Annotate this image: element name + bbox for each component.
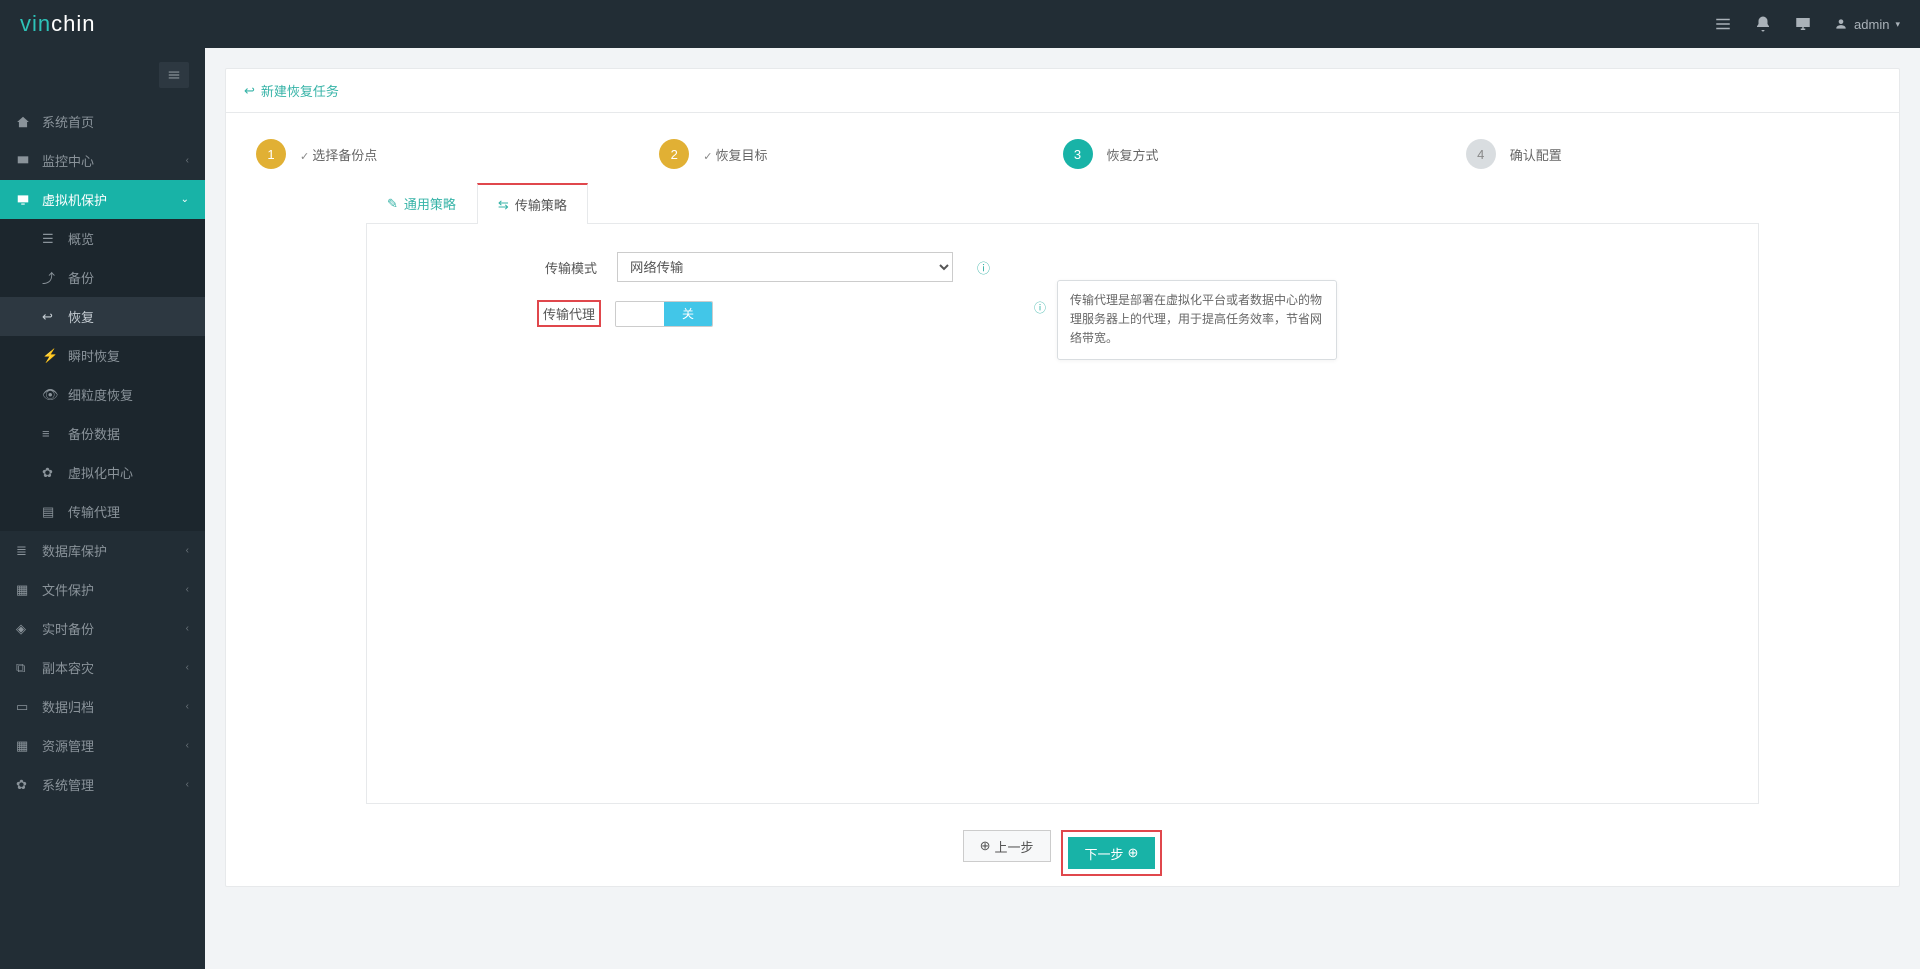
- form-area: 传输模式 网络传输 ⓘ 传输代理 关 ⓘ 传输代理是部署在虚拟化平台或者数据中心…: [366, 224, 1759, 804]
- home-icon: [16, 115, 32, 129]
- wizard-step-3[interactable]: 3 恢复方式: [1063, 139, 1466, 169]
- nav-replica[interactable]: ⧉副本容灾‹: [0, 648, 205, 687]
- prev-button[interactable]: ⊕ 上一步: [963, 830, 1051, 862]
- nav-system[interactable]: ✿系统管理‹: [0, 765, 205, 804]
- monitor-nav-icon: [16, 154, 32, 168]
- share-icon: ⤴: [42, 268, 58, 287]
- reply-icon: ↩: [244, 83, 255, 99]
- row-transfer-mode: 传输模式 网络传输 ⓘ: [397, 252, 1728, 282]
- nav-home[interactable]: 系统首页: [0, 102, 205, 141]
- shield-icon: ◈: [16, 621, 32, 637]
- panel-title: ↩ 新建恢复任务: [226, 69, 1899, 113]
- toggle-transfer-proxy[interactable]: 关: [615, 301, 713, 327]
- tabs: ✎ 通用策略 ⇆ 传输策略: [366, 183, 1759, 224]
- wizard-step-1[interactable]: 1 选择备份点: [256, 139, 659, 169]
- wizard-step-2[interactable]: 2 恢复目标: [659, 139, 1062, 169]
- info-icon[interactable]: ⓘ: [977, 258, 990, 277]
- next-button[interactable]: 下一步 ⊕: [1068, 837, 1156, 869]
- nav-archive[interactable]: ▭数据归档‹: [0, 687, 205, 726]
- tab-general[interactable]: ✎ 通用策略: [366, 183, 477, 223]
- label-transfer-proxy: 传输代理: [537, 300, 601, 327]
- file-icon: ▦: [16, 582, 32, 598]
- nav-sub-restore[interactable]: ↩恢复: [0, 297, 205, 336]
- chevron-left-icon: ‹: [186, 740, 189, 751]
- cog-icon: ✿: [16, 777, 32, 793]
- nav-realtime[interactable]: ◈实时备份‹: [0, 609, 205, 648]
- nav-sub-backupdata[interactable]: ≡备份数据: [0, 414, 205, 453]
- chevron-left-icon: ‹: [186, 662, 189, 673]
- tasks-icon[interactable]: [1714, 15, 1732, 33]
- bolt-icon: ⚡: [42, 348, 58, 364]
- chevron-down-icon: ⌄: [181, 194, 189, 205]
- wizard-steps: 1 选择备份点 2 恢复目标 3 恢复方式 4 确认配置: [226, 113, 1899, 183]
- nav-sub-instant[interactable]: ⚡瞬时恢复: [0, 336, 205, 375]
- arrow-right-icon: ⊕: [1128, 845, 1139, 861]
- arrow-left-icon: ⊕: [980, 838, 991, 854]
- nav-sub-proxy[interactable]: ▤传输代理: [0, 492, 205, 531]
- chevron-left-icon: ‹: [186, 545, 189, 556]
- nav-db-protect[interactable]: ≣数据库保护‹: [0, 531, 205, 570]
- wizard-footer: ⊕ 上一步 下一步 ⊕: [226, 804, 1899, 886]
- main-content: ↩ 新建恢复任务 1 选择备份点 2 恢复目标 3 恢复方式 4 确认配置: [205, 48, 1920, 969]
- nav-monitor[interactable]: 监控中心 ‹: [0, 141, 205, 180]
- tab-transfer[interactable]: ⇆ 传输策略: [477, 183, 588, 224]
- info-icon: ⓘ: [1034, 299, 1046, 318]
- nav-sub-backup[interactable]: ⤴备份: [0, 258, 205, 297]
- nav-sub-granular[interactable]: 👁细粒度恢复: [0, 375, 205, 414]
- reply-icon: ↩: [42, 309, 58, 325]
- chevron-left-icon: ‹: [186, 701, 189, 712]
- user-menu[interactable]: admin ▾: [1834, 17, 1900, 32]
- nav-sub-overview[interactable]: ☰概览: [0, 219, 205, 258]
- wizard-step-4[interactable]: 4 确认配置: [1466, 139, 1869, 169]
- sidebar-toggle-wrap: [0, 48, 205, 102]
- chevron-left-icon: ‹: [186, 779, 189, 790]
- wizard-panel: ↩ 新建恢复任务 1 选择备份点 2 恢复目标 3 恢复方式 4 确认配置: [225, 68, 1900, 887]
- select-transfer-mode[interactable]: 网络传输: [617, 252, 953, 282]
- grid-icon: ▦: [16, 738, 32, 754]
- bell-icon[interactable]: [1754, 15, 1772, 33]
- nav-file-protect[interactable]: ▦文件保护‹: [0, 570, 205, 609]
- edit-icon: ✎: [387, 196, 398, 212]
- chevron-left-icon: ‹: [186, 155, 189, 166]
- chevron-left-icon: ‹: [186, 584, 189, 595]
- toggle-on-side: 关: [664, 302, 712, 326]
- list-icon: ☰: [42, 231, 58, 247]
- nav-vm-protect[interactable]: 虚拟机保护 ⌄: [0, 180, 205, 219]
- copy-icon: ⧉: [16, 660, 32, 676]
- chevron-down-icon: ▾: [1895, 19, 1900, 30]
- nav-resource[interactable]: ▦资源管理‹: [0, 726, 205, 765]
- tabs-container: ✎ 通用策略 ⇆ 传输策略 传输模式 网络传输 ⓘ 传输代理: [226, 183, 1899, 804]
- next-button-highlight: 下一步 ⊕: [1061, 830, 1163, 876]
- gear-icon: ✿: [42, 465, 58, 481]
- sidebar: 系统首页 监控中心 ‹ 虚拟机保护 ⌄ ☰概览 ⤴备份 ↩恢复 ⚡瞬时恢复 👁细…: [0, 48, 205, 969]
- app-header: vinchin admin ▾: [0, 0, 1920, 48]
- archive-icon: ▭: [16, 699, 32, 715]
- proxy-tooltip: ⓘ 传输代理是部署在虚拟化平台或者数据中心的物理服务器上的代理，用于提高任务效率…: [1057, 280, 1337, 360]
- label-transfer-mode: 传输模式: [397, 258, 617, 277]
- toggle-off-side: [616, 302, 664, 326]
- chevron-left-icon: ‹: [186, 623, 189, 634]
- sidebar-toggle-button[interactable]: [159, 62, 189, 88]
- brand-logo: vinchin: [20, 11, 95, 37]
- transfer-icon: ⇆: [498, 197, 509, 213]
- vm-icon: [16, 193, 32, 207]
- eye-icon: 👁: [42, 387, 58, 403]
- nav-sub-vcenter[interactable]: ✿虚拟化中心: [0, 453, 205, 492]
- monitor-icon[interactable]: [1794, 15, 1812, 33]
- doc-icon: ▤: [42, 504, 58, 520]
- database-icon: ≣: [16, 543, 32, 559]
- db-icon: ≡: [42, 426, 58, 441]
- header-actions: admin ▾: [1714, 15, 1900, 33]
